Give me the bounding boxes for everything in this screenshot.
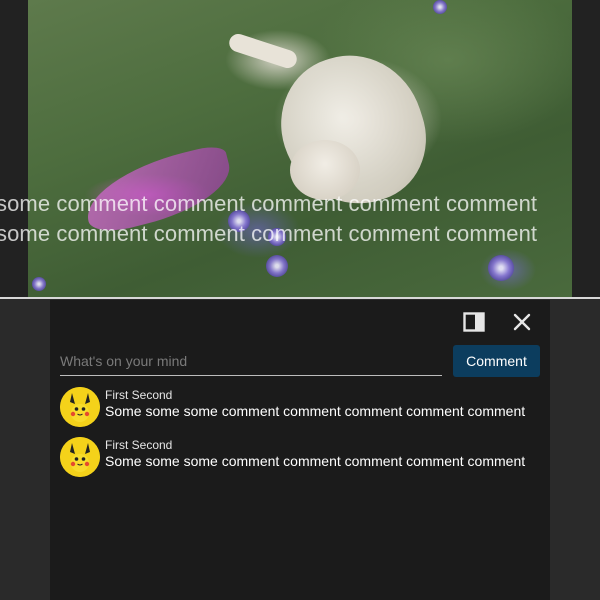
flower xyxy=(32,277,46,291)
comment-author: First Second xyxy=(105,388,173,402)
comment-text: Some some some comment comment comment c… xyxy=(105,403,526,419)
comments-panel: Comment First Sec xyxy=(50,300,550,600)
flower xyxy=(433,0,447,14)
comment-text: Some some some comment comment comment c… xyxy=(105,453,526,469)
avatar[interactable] xyxy=(60,437,100,477)
comment-input[interactable] xyxy=(60,347,442,376)
comment-button[interactable]: Comment xyxy=(453,345,540,377)
avatar[interactable] xyxy=(60,387,100,427)
comment-list: First Second Some some some comment comm… xyxy=(60,386,540,486)
close-icon[interactable] xyxy=(508,308,536,336)
bunny-arm xyxy=(226,31,300,71)
pikachu-avatar-icon xyxy=(60,387,100,427)
panel-toolbar xyxy=(460,308,536,336)
flower xyxy=(266,255,288,277)
overlay-comment: some comment comment comment comment com… xyxy=(0,221,538,246)
video-player[interactable]: some comment comment comment comment com… xyxy=(0,0,600,299)
flower xyxy=(488,255,514,281)
comment-author: First Second xyxy=(105,438,173,452)
comment-form: Comment xyxy=(60,345,540,379)
divider xyxy=(0,297,600,299)
comment-item: First Second Some some some comment comm… xyxy=(60,436,540,486)
sidebar-panel-icon[interactable] xyxy=(460,308,488,336)
comment-item: First Second Some some some comment comm… xyxy=(60,386,540,436)
overlay-comment: some comment comment comment comment com… xyxy=(0,191,538,216)
pikachu-avatar-icon xyxy=(60,437,100,477)
video-frame[interactable] xyxy=(28,0,572,299)
app-root: some comment comment comment comment com… xyxy=(0,0,600,600)
